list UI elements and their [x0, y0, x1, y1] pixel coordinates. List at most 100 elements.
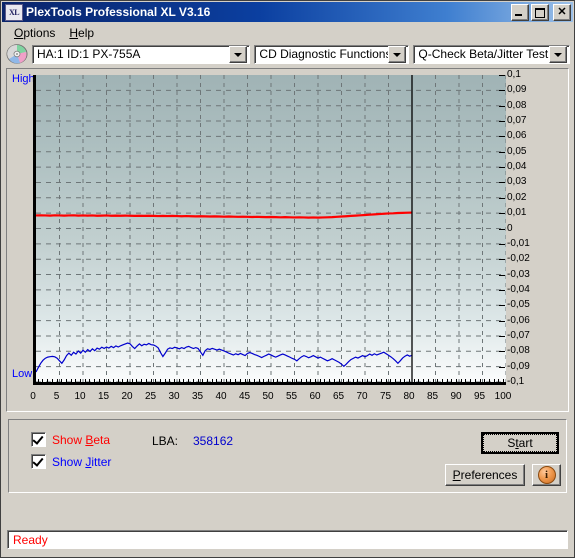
menu-item-options[interactable]: Options: [7, 24, 62, 42]
y-axis-tick: [499, 167, 505, 169]
y-axis-tick-label: -0,06: [507, 314, 530, 326]
x-axis-tick-label: 90: [450, 391, 462, 402]
x-axis-tick: [89, 379, 91, 383]
x-axis-tick: [371, 379, 373, 383]
x-axis-tick: [488, 379, 490, 383]
y-axis-tick-label: -0,02: [507, 253, 530, 265]
y-axis-tick: [499, 289, 505, 291]
test-select[interactable]: Q-Check Beta/Jitter Test: [413, 44, 570, 64]
show-beta-checkbox[interactable]: [31, 432, 46, 447]
x-axis: 0 5 10 15 20 25 30 35 40 45 50 55 60 65 70 75 80 85 90 95 10…: [30, 379, 513, 405]
x-axis-tick-label: 45: [238, 391, 251, 402]
app-window: XL PlexTools Professional XL V3.16 ✕ Opt…: [0, 0, 575, 558]
x-axis-tick: [286, 379, 288, 383]
start-button[interactable]: Start: [481, 432, 559, 454]
y-axis-tick: [499, 75, 505, 76]
y-axis-tick: [499, 243, 505, 245]
close-button[interactable]: ✕: [553, 3, 571, 21]
x-axis-tick-label: 95: [473, 391, 486, 402]
x-axis-tick: [376, 379, 378, 383]
x-axis-tick: [277, 379, 279, 383]
drive-select[interactable]: HA:1 ID:1 PX-755A: [32, 44, 251, 64]
x-axis-tick: [366, 379, 368, 383]
show-beta-row[interactable]: Show Beta: [31, 432, 110, 447]
x-axis-tick-label: 80: [403, 391, 415, 402]
y-axis-tick-label: 0,02: [507, 191, 527, 203]
x-axis-tick: [503, 379, 504, 385]
x-axis-tick: [249, 379, 251, 383]
chart-panel: High Low 0,1 0,09 0,08 0,07 0,06 0,05 0,04 0,03…: [6, 68, 569, 412]
x-axis-tick: [221, 379, 222, 385]
x-axis-tick-label: 50: [262, 391, 274, 402]
x-axis-tick: [441, 379, 443, 383]
status-bar: Ready: [7, 530, 568, 549]
x-axis-tick: [329, 379, 331, 383]
menu-item-options-label: ptions: [23, 25, 56, 40]
chevron-down-icon[interactable]: [549, 45, 567, 63]
y-axis-tick: [499, 259, 505, 261]
y-axis-tick: [499, 90, 505, 92]
y-axis-tick: [499, 151, 505, 153]
chevron-down-icon[interactable]: [229, 45, 248, 63]
show-jitter-row[interactable]: Show Jitter: [31, 454, 111, 469]
y-axis-tick-label: -0,04: [507, 283, 530, 295]
y-axis-tick: [499, 274, 505, 276]
show-jitter-checkbox[interactable]: [31, 454, 46, 469]
menu-item-help[interactable]: Help: [62, 24, 101, 42]
toolbar: HA:1 ID:1 PX-755A CD Diagnostic Function…: [1, 42, 574, 67]
y-axis-tick: [499, 105, 505, 107]
x-axis-tick: [136, 379, 138, 383]
x-axis-tick: [362, 379, 363, 385]
y-axis-tick: [499, 213, 505, 215]
cd-disc-icon: [6, 44, 28, 64]
x-axis-tick: [192, 379, 194, 383]
y-axis-tick: [499, 320, 505, 322]
y-axis-tick: [499, 351, 505, 353]
y-axis-tick-label: 0,08: [507, 99, 527, 111]
x-axis-tick-label: 5: [53, 391, 60, 402]
x-axis-tick: [456, 379, 457, 385]
x-axis-tick: [98, 379, 100, 383]
x-axis-tick-label: 100: [494, 391, 512, 402]
minimize-button[interactable]: [511, 3, 529, 21]
chevron-down-icon[interactable]: [388, 45, 407, 63]
x-axis-tick: [145, 379, 147, 383]
menu-item-help-label: elp: [78, 25, 95, 40]
x-axis-tick-label: 30: [168, 391, 180, 402]
function-select[interactable]: CD Diagnostic Functions: [254, 44, 410, 64]
x-axis-tick-label: 25: [144, 391, 157, 402]
preferences-button[interactable]: Preferences: [445, 464, 525, 486]
x-axis-tick-label: 75: [379, 391, 392, 402]
x-axis-tick: [319, 379, 321, 383]
y-axis: 0,1 0,09 0,08 0,07 0,06 0,05 0,04 0,03 0,02 0,01 0…: [499, 69, 575, 389]
show-beta-label-pre: Show: [52, 432, 86, 447]
window-title: PlexTools Professional XL V3.16: [26, 5, 211, 19]
x-axis-tick: [484, 379, 486, 383]
x-axis-tick: [451, 379, 453, 383]
test-select-value: Q-Check Beta/Jitter Test: [418, 46, 549, 61]
y-axis-tick-label: 0,05: [507, 145, 527, 157]
info-button[interactable]: i: [532, 464, 561, 486]
x-axis-tick: [446, 379, 448, 383]
x-axis-tick: [127, 379, 128, 385]
x-axis-tick: [385, 379, 387, 385]
beta-jitter-plot: [33, 75, 506, 385]
x-axis-tick: [211, 379, 213, 383]
x-axis-tick: [258, 379, 260, 383]
x-axis-tick-label: 10: [74, 391, 86, 402]
maximize-button[interactable]: [531, 3, 549, 21]
x-axis-tick: [352, 379, 354, 383]
window-controls: ✕: [511, 3, 571, 21]
info-icon: i: [537, 466, 556, 484]
x-axis-tick: [202, 379, 204, 383]
x-axis-tick: [174, 379, 175, 385]
x-axis-tick: [300, 379, 302, 383]
x-axis-tick: [216, 379, 218, 383]
y-axis-tick: [499, 335, 505, 337]
function-select-value: CD Diagnostic Functions: [259, 46, 389, 61]
x-axis-tick: [347, 379, 349, 383]
x-axis-tick-label: 20: [121, 391, 133, 402]
x-axis-tick: [141, 379, 143, 383]
y-axis-tick: [499, 136, 505, 138]
close-icon: ✕: [557, 5, 567, 18]
